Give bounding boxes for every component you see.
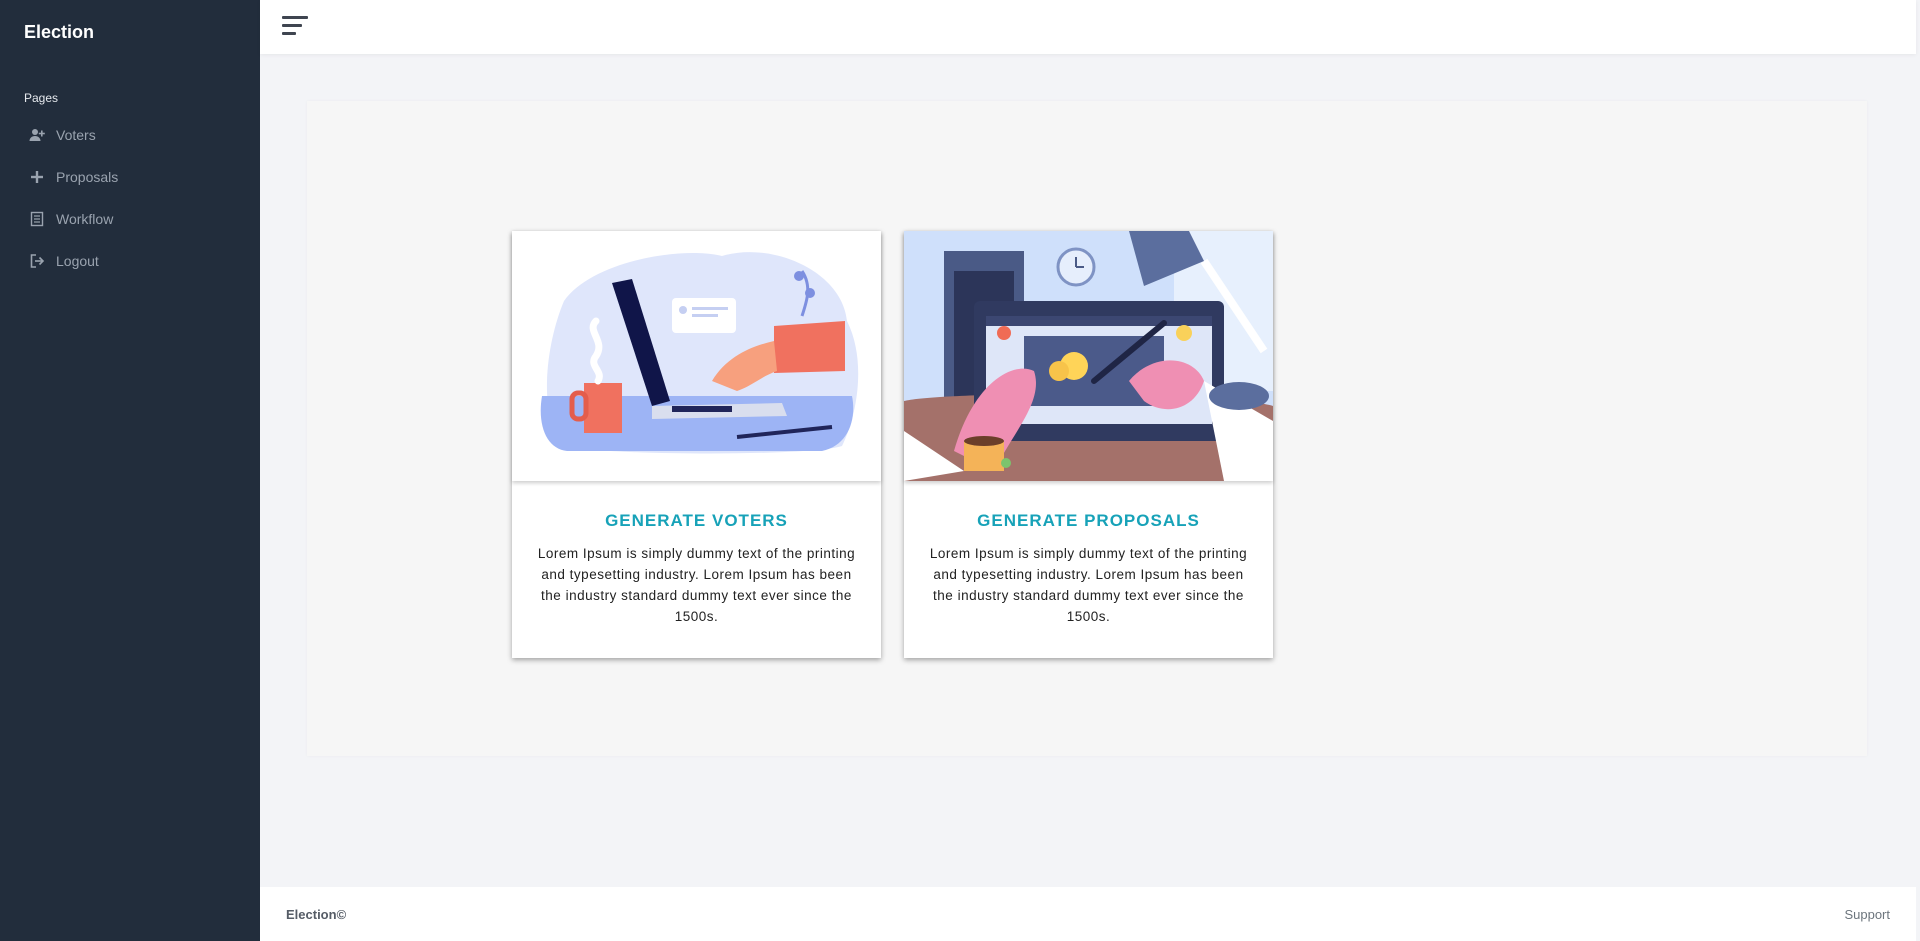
voters-illustration (512, 231, 881, 481)
sidebar-item-label: Logout (56, 253, 99, 269)
sidebar-item-label: Voters (56, 127, 96, 143)
sidebar-item-logout[interactable]: Logout (0, 240, 260, 282)
topbar (260, 0, 1916, 54)
generate-proposals-card[interactable]: GENERATE PROPOSALS Lorem Ipsum is simply… (904, 231, 1273, 658)
logout-icon (28, 253, 46, 269)
plus-icon (28, 169, 46, 185)
sidebar: Election Pages Voters Proposals Workflow… (0, 0, 260, 941)
sidebar-item-label: Workflow (56, 211, 114, 227)
footer-brand: Election© (286, 907, 347, 922)
sidebar-section-label: Pages (24, 91, 59, 105)
user-plus-icon (28, 127, 46, 143)
support-link[interactable]: Support (1844, 907, 1890, 922)
sidebar-nav: Voters Proposals Workflow Logout (0, 114, 260, 282)
sidebar-item-workflow[interactable]: Workflow (0, 198, 260, 240)
sidebar-item-proposals[interactable]: Proposals (0, 156, 260, 198)
sidebar-item-voters[interactable]: Voters (0, 114, 260, 156)
proposals-illustration (904, 231, 1273, 481)
sidebar-item-label: Proposals (56, 169, 119, 185)
card-title: GENERATE PROPOSALS (977, 511, 1200, 530)
card-description: Lorem Ipsum is simply dummy text of the … (929, 546, 1248, 624)
card-description: Lorem Ipsum is simply dummy text of the … (537, 546, 856, 624)
app-title[interactable]: Election (24, 22, 94, 43)
card-title: GENERATE VOTERS (605, 511, 788, 530)
menu-toggle-icon[interactable] (282, 16, 308, 38)
list-icon (28, 211, 46, 227)
generate-voters-card[interactable]: GENERATE VOTERS Lorem Ipsum is simply du… (512, 231, 881, 658)
footer: Election© Support (260, 887, 1916, 941)
